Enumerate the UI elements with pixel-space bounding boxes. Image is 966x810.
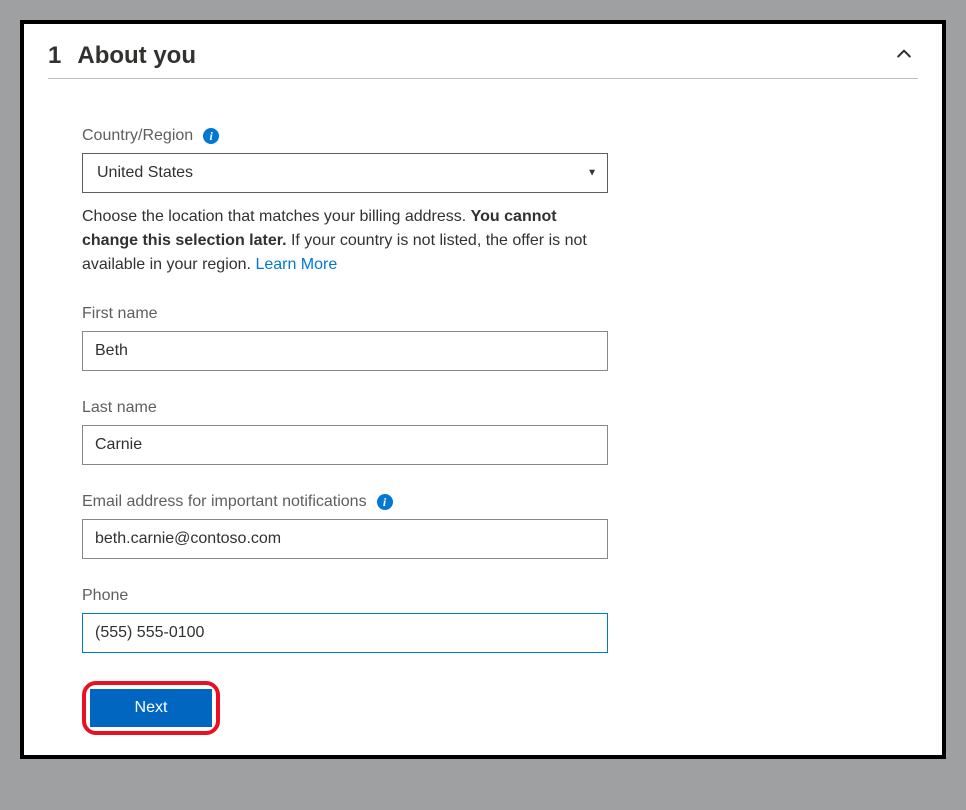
section-title: About you xyxy=(77,42,196,70)
phone-input[interactable] xyxy=(82,613,608,653)
button-row: Next xyxy=(82,681,608,735)
country-region-select[interactable]: United States ▼ xyxy=(82,153,608,193)
phone-group: Phone xyxy=(82,587,608,653)
email-group: Email address for important notification… xyxy=(82,493,608,559)
first-name-group: First name xyxy=(82,305,608,371)
country-region-helper: Choose the location that matches your bi… xyxy=(82,205,608,277)
country-region-selected-value: United States xyxy=(97,164,193,182)
learn-more-link[interactable]: Learn More xyxy=(255,256,337,273)
first-name-label: First name xyxy=(82,305,608,323)
email-input[interactable] xyxy=(82,519,608,559)
info-icon[interactable]: i xyxy=(377,494,393,510)
window-frame: 1 About you Country/Region i United Stat… xyxy=(20,20,946,759)
phone-label: Phone xyxy=(82,587,608,605)
email-label: Email address for important notification… xyxy=(82,493,367,511)
country-region-label-row: Country/Region i xyxy=(82,127,608,145)
country-region-group: Country/Region i United States ▼ Choose … xyxy=(82,127,608,277)
last-name-group: Last name xyxy=(82,399,608,465)
chevron-down-icon: ▼ xyxy=(587,168,597,179)
step-number: 1 xyxy=(48,42,61,70)
about-you-panel: 1 About you Country/Region i United Stat… xyxy=(24,24,942,755)
helper-pre: Choose the location that matches your bi… xyxy=(82,208,471,225)
email-label-row: Email address for important notification… xyxy=(82,493,608,511)
first-name-input[interactable] xyxy=(82,331,608,371)
info-icon[interactable]: i xyxy=(203,128,219,144)
collapse-chevron-up-icon[interactable] xyxy=(894,44,914,69)
last-name-input[interactable] xyxy=(82,425,608,465)
section-header: 1 About you xyxy=(48,42,918,79)
highlight-ring: Next xyxy=(82,681,220,735)
next-button[interactable]: Next xyxy=(90,689,212,727)
country-region-label: Country/Region xyxy=(82,127,193,145)
form-body: Country/Region i United States ▼ Choose … xyxy=(48,127,608,735)
last-name-label: Last name xyxy=(82,399,608,417)
